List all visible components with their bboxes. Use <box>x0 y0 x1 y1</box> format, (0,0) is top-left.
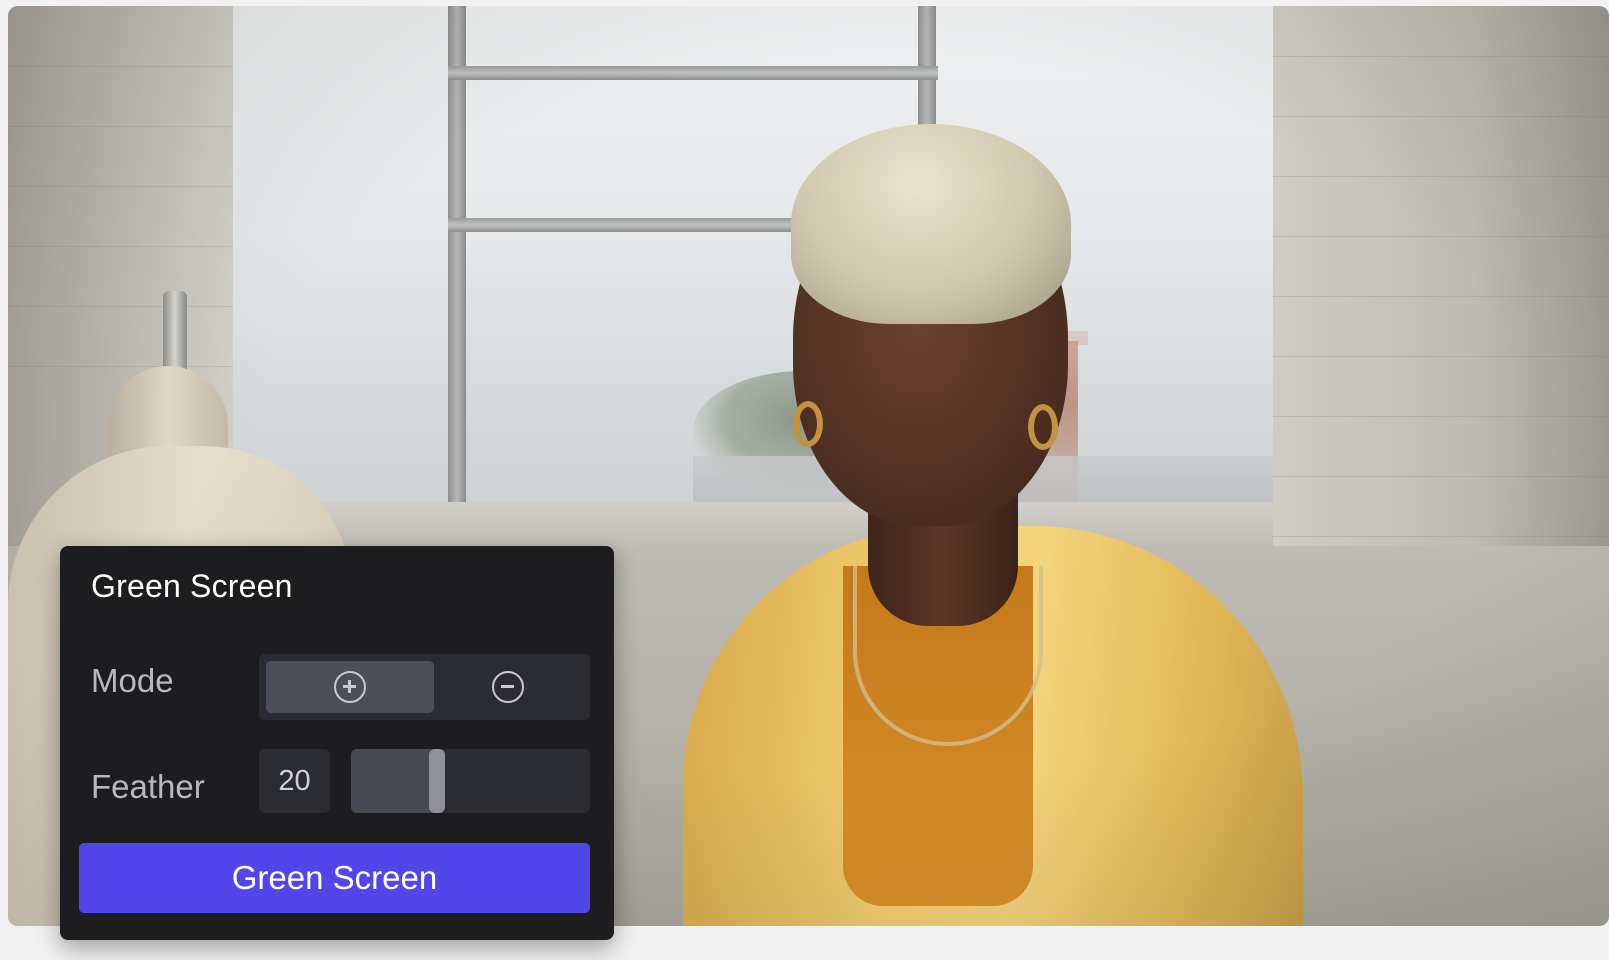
panel-title: Green Screen <box>91 568 293 604</box>
green-screen-panel: Green Screen Mode Feather 20 Green Scree… <box>60 546 614 940</box>
mode-subtract-button[interactable] <box>424 661 592 713</box>
app-frame: Green Screen Mode Feather 20 Green Scree… <box>0 0 1609 960</box>
feather-label: Feather <box>91 768 205 805</box>
feather-slider-fill <box>351 749 437 813</box>
plus-circle-icon <box>334 671 366 703</box>
feather-slider[interactable] <box>351 749 590 813</box>
minus-circle-icon <box>492 671 524 703</box>
feather-value-field[interactable]: 20 <box>259 749 330 813</box>
mode-label: Mode <box>91 662 174 699</box>
mode-add-button[interactable] <box>266 661 434 713</box>
feather-slider-thumb[interactable] <box>429 749 445 813</box>
mode-segmented-control <box>259 654 590 720</box>
green-screen-button[interactable]: Green Screen <box>79 843 590 913</box>
